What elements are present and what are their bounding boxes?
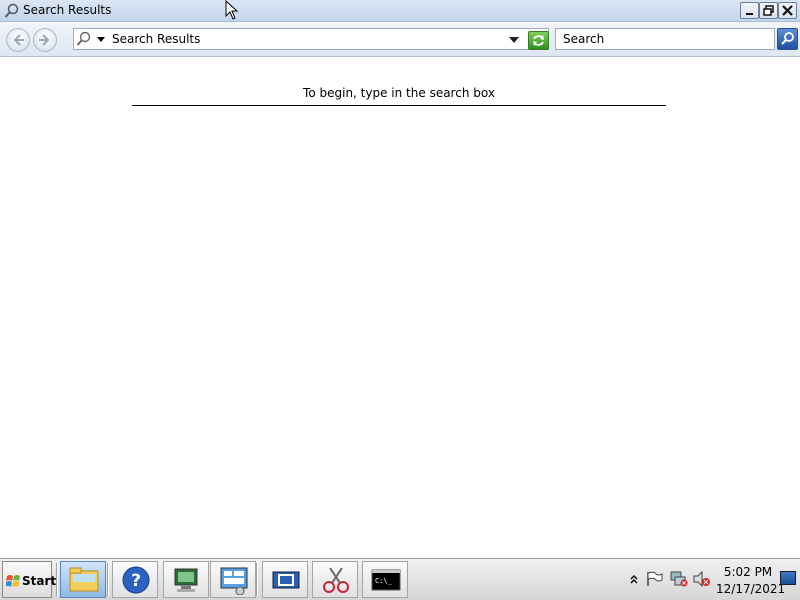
refresh-icon	[533, 35, 544, 46]
folder-icon	[69, 567, 99, 592]
address-text: Search Results	[112, 32, 201, 46]
chevron-up-icon	[630, 574, 638, 584]
search-placeholder: Search	[563, 32, 605, 46]
help-icon: ?	[122, 566, 150, 594]
empty-state-hint: To begin, type in the search box	[132, 86, 666, 106]
computer-management-icon	[174, 568, 198, 592]
taskbar-separator	[107, 563, 109, 596]
forward-button[interactable]	[33, 28, 57, 52]
taskbar-explorer-button[interactable]	[60, 561, 106, 598]
taskbar-command-prompt-button[interactable]: C:\_	[362, 561, 408, 598]
title-bar: Search Results	[0, 0, 800, 22]
show-hidden-icons-button[interactable]	[626, 571, 642, 587]
snipping-tool-icon	[323, 567, 349, 593]
search-icon	[76, 31, 92, 50]
taskbar-virtual-machine-button[interactable]	[262, 561, 308, 598]
server-manager-icon	[220, 567, 248, 595]
taskbar-snipping-tool-button[interactable]	[312, 561, 358, 598]
taskbar-computer-management-button[interactable]	[163, 561, 209, 598]
arrow-right-icon	[39, 34, 50, 46]
address-bar[interactable]: Search Results	[73, 28, 549, 50]
svg-text:?: ?	[131, 571, 141, 591]
start-button[interactable]: Start	[2, 561, 56, 598]
minimize-button[interactable]	[740, 2, 759, 19]
mouse-cursor-icon	[225, 0, 239, 20]
breadcrumb-chevron-icon[interactable]	[97, 37, 105, 42]
notification-area: 5:02 PM 12/17/2021	[622, 561, 798, 598]
maximize-button[interactable]	[759, 2, 778, 19]
clock-time[interactable]: 5:02 PM	[718, 565, 778, 579]
taskbar-separator	[256, 563, 258, 596]
action-center-flag-icon[interactable]	[646, 571, 663, 587]
command-prompt-icon: C:\_	[371, 569, 401, 591]
taskbar: Start ? C:\_ 5:02 PM 12/17/2021	[0, 558, 800, 600]
search-icon	[4, 3, 20, 19]
back-button[interactable]	[6, 28, 30, 52]
clock-date[interactable]: 12/17/2021	[716, 582, 785, 596]
refresh-button[interactable]	[528, 31, 549, 50]
start-label: Start	[22, 574, 57, 588]
windows-logo-icon	[6, 575, 20, 587]
window-title: Search Results	[23, 3, 112, 17]
magnifier-icon	[781, 32, 794, 45]
taskbar-separator	[56, 563, 58, 596]
search-results-pane: To begin, type in the search box	[0, 58, 800, 558]
virtual-machine-icon	[272, 571, 300, 589]
show-desktop-button[interactable]	[780, 571, 796, 585]
arrow-left-icon	[13, 34, 24, 46]
close-button[interactable]	[778, 2, 797, 19]
navigation-toolbar: Search Results Search	[0, 22, 800, 57]
network-disconnected-icon[interactable]	[670, 571, 688, 587]
search-input[interactable]: Search	[555, 28, 775, 50]
taskbar-help-button[interactable]: ?	[112, 561, 158, 598]
search-button[interactable]	[777, 28, 798, 50]
volume-muted-icon[interactable]	[693, 570, 710, 588]
address-dropdown-icon[interactable]	[509, 37, 519, 43]
svg-text:C:\_: C:\_	[375, 577, 393, 585]
taskbar-server-manager-button[interactable]	[210, 561, 256, 598]
